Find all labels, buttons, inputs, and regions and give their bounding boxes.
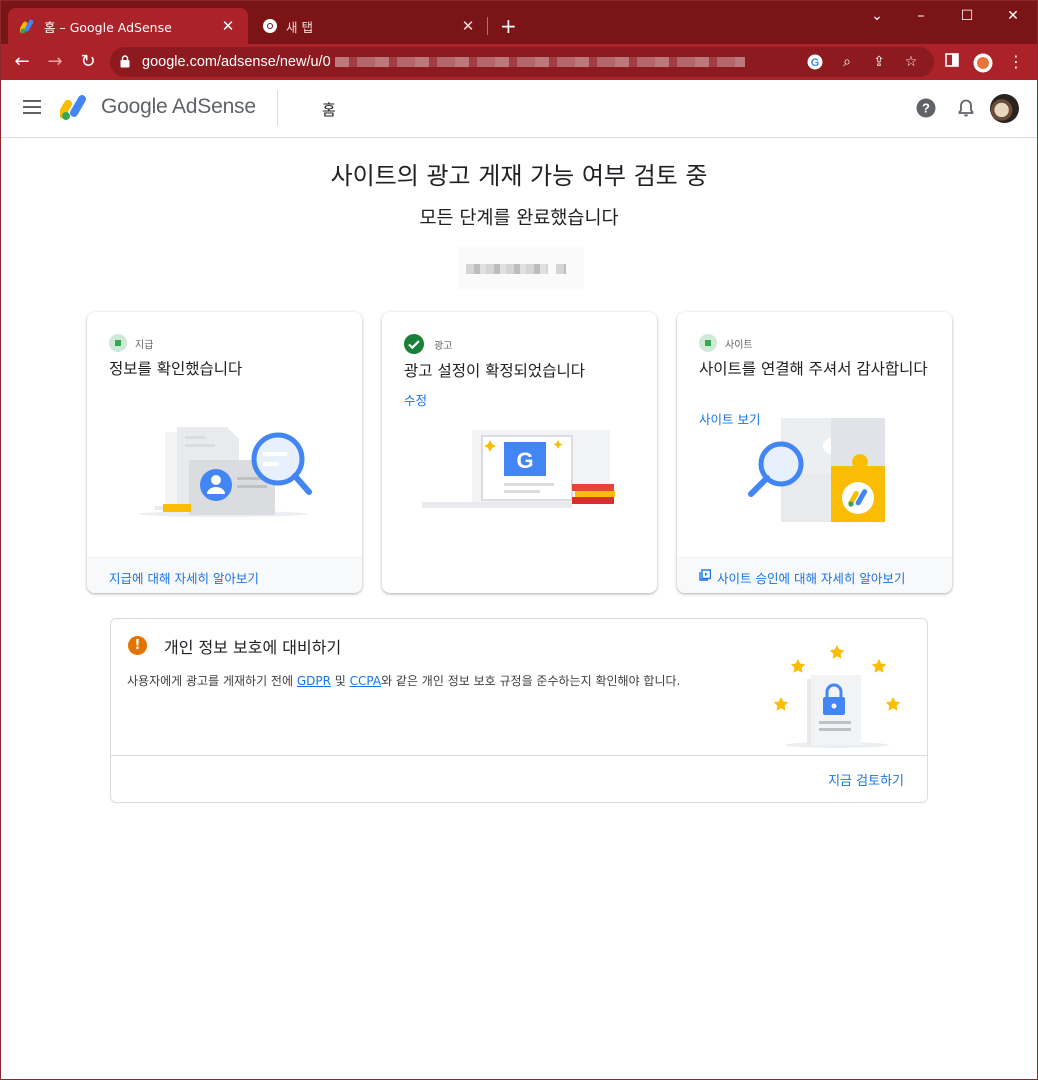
url-redacted [335, 57, 745, 67]
sidepanel-icon[interactable] [942, 53, 962, 73]
review-subheading: 모든 단계를 완료했습니다 [419, 208, 619, 229]
check-circle-icon [404, 334, 424, 354]
privacy-description: 사용자에게 광고를 게재하기 전에 GDPR 및 CCPA와 같은 개인 정보 … [127, 672, 680, 689]
site-url-redacted [458, 246, 584, 290]
card-footer: 지급에 대해 자세히 알아보기 [87, 557, 362, 593]
payment-learn-more-link[interactable]: 지급에 대해 자세히 알아보기 [109, 568, 259, 587]
privacy-text-after: 와 같은 개인 정보 보호 규정을 준수하는지 확인해야 합니다. [381, 674, 681, 688]
step-name: 지급 [135, 339, 154, 351]
adsense-logo-icon [60, 95, 86, 120]
minimize-button[interactable]: – [906, 6, 936, 26]
step-label: 광고 [404, 334, 452, 354]
card-title: 사이트를 연결해 주셔서 감사합니다 [699, 360, 928, 378]
privacy-text-before: 사용자에게 광고를 게재하기 전에 [127, 674, 297, 688]
maximize-button[interactable]: ☐ [952, 6, 982, 26]
tab-close-icon[interactable]: ✕ [460, 18, 476, 34]
tab-adsense[interactable]: 홈 – Google AdSense ✕ [8, 8, 248, 44]
reload-icon[interactable]: ↻ [76, 50, 100, 74]
profile-icon[interactable] [973, 53, 993, 73]
tab-title: 새 탭 [286, 19, 313, 35]
zoom-icon[interactable]: ⌕ [837, 52, 857, 72]
warning-icon: ! [128, 636, 147, 655]
star-icon[interactable]: ☆ [901, 52, 921, 72]
tab-search-icon[interactable]: ⌄ [862, 6, 892, 26]
site-approval-learn-more-link[interactable]: 사이트 승인에 대해 자세히 알아보기 [717, 568, 905, 587]
payment-illustration-icon [138, 427, 312, 517]
step-status-icon [699, 334, 717, 352]
step-name: 사이트 [725, 339, 753, 351]
svg-text:?: ? [922, 101, 930, 116]
step-status-icon [109, 334, 127, 352]
tab-separator [487, 17, 488, 35]
privacy-panel: ! 개인 정보 보호에 대비하기 사용자에게 광고를 게재하기 전에 GDPR … [110, 618, 928, 803]
privacy-divider [111, 755, 927, 756]
logo-text: Google AdSense [101, 95, 256, 118]
step-name: 광고 [434, 340, 453, 352]
address-bar[interactable]: google.com/adsense/new/u/0 G ⌕ ⇪ ☆ [110, 47, 934, 77]
svg-text:G: G [516, 448, 533, 473]
card-title: 정보를 확인했습니다 [109, 360, 243, 378]
share-icon[interactable]: ⇪ [869, 52, 889, 72]
site-step-card: 사이트 사이트를 연결해 주셔서 감사합니다 사이트 보기 사이트 승인에 대해… [677, 312, 952, 593]
avatar[interactable] [990, 94, 1019, 123]
lock-icon [120, 55, 130, 68]
card-title: 광고 설정이 확정되었습니다 [404, 362, 585, 380]
bell-icon[interactable] [956, 98, 976, 118]
privacy-title: 개인 정보 보호에 대비하기 [164, 638, 342, 657]
header-divider [277, 90, 278, 126]
tab-close-icon[interactable]: ✕ [220, 18, 236, 34]
site-illustration-icon [748, 418, 885, 522]
ccpa-link[interactable]: CCPA [350, 674, 381, 688]
card-footer: 사이트 승인에 대해 자세히 알아보기 [677, 557, 952, 593]
app-header: Google AdSense 홈 ? [0, 80, 1038, 138]
close-window-button[interactable]: ✕ [998, 6, 1028, 26]
video-library-icon [699, 569, 711, 581]
browser-toolbar: ← → ↻ google.com/adsense/new/u/0 G ⌕ ⇪ ☆… [0, 44, 1038, 80]
ads-illustration-icon: G [422, 430, 615, 508]
gdpr-link[interactable]: GDPR [297, 674, 331, 688]
privacy-illustration-icon [773, 645, 901, 748]
step-label: 지급 [109, 334, 153, 352]
adsense-favicon-icon [20, 19, 34, 34]
chrome-favicon-icon [263, 19, 277, 33]
hamburger-icon[interactable] [23, 100, 41, 114]
step-label: 사이트 [699, 334, 753, 352]
browser-tab-strip: 홈 – Google AdSense ✕ 새 탭 ✕ + ⌄ – ☐ ✕ [0, 0, 1038, 44]
payment-step-card: 지급 정보를 확인했습니다 지급에 대해 자세히 알아보기 [87, 312, 362, 593]
page-title: 홈 [322, 101, 336, 119]
svg-text:G: G [811, 57, 820, 69]
review-now-link[interactable]: 지금 검토하기 [828, 770, 904, 789]
back-icon[interactable]: ← [10, 50, 34, 74]
menu-dots-icon[interactable]: ⋮ [1006, 53, 1026, 73]
ads-step-card: 광고 광고 설정이 확정되었습니다 수정 G [382, 312, 657, 593]
forward-icon[interactable]: → [43, 50, 67, 74]
edit-ads-link[interactable]: 수정 [404, 390, 427, 409]
privacy-text-and: 및 [330, 674, 350, 688]
tab-new[interactable]: 새 탭 ✕ [250, 8, 488, 44]
google-icon[interactable]: G [805, 52, 825, 72]
review-heading: 사이트의 광고 게재 가능 여부 검토 중 [330, 162, 708, 190]
tab-title: 홈 – Google AdSense [44, 19, 172, 35]
help-icon[interactable]: ? [916, 98, 936, 118]
url-text: google.com/adsense/new/u/0 [142, 54, 331, 70]
new-tab-button[interactable]: + [500, 14, 517, 38]
